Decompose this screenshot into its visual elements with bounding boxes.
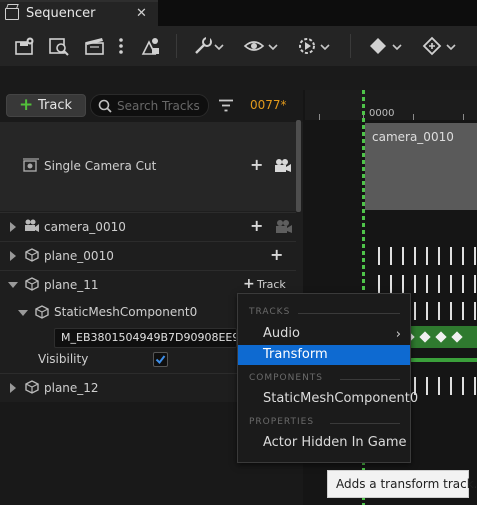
camera-icon[interactable] — [274, 158, 292, 177]
expand-arrow-icon[interactable] — [10, 251, 16, 261]
more-icon[interactable] — [117, 36, 125, 56]
camera-cut-label: Single Camera Cut — [44, 159, 157, 173]
keyframe-strip[interactable] — [375, 245, 477, 267]
save-gear-icon[interactable] — [14, 36, 36, 56]
chevron-down-icon[interactable] — [268, 41, 278, 55]
search-box[interactable] — [90, 94, 209, 117]
search-icon — [98, 99, 112, 113]
view-eye-icon[interactable] — [243, 36, 265, 56]
visibility-label: Visibility — [38, 352, 89, 366]
camera-section[interactable]: camera_0010 — [365, 123, 477, 210]
render-movie-icon[interactable] — [84, 36, 106, 56]
collapse-arrow-icon[interactable] — [8, 282, 18, 288]
camera-section-label: camera_0010 — [372, 130, 454, 144]
camera-icon[interactable] — [275, 219, 293, 238]
menu-item-audio[interactable]: Audio › — [238, 324, 410, 344]
add-track-menu: TRACKS Audio › Transform COMPONENTS Stat… — [237, 293, 418, 463]
mesh-actor-icon — [24, 380, 40, 397]
add-button[interactable]: + — [250, 216, 263, 235]
toolbar-separator — [176, 34, 177, 58]
camera-cut-icon — [22, 158, 40, 177]
add-track-label: Track — [38, 98, 73, 113]
toolbar — [0, 26, 477, 66]
current-frame: 0077* — [250, 98, 287, 112]
menu-divider — [298, 313, 400, 314]
track-label: plane_12 — [44, 381, 99, 395]
toolbar-separator — [350, 34, 351, 58]
add-button[interactable]: + — [250, 155, 263, 174]
plus-icon: + — [19, 95, 34, 115]
chevron-right-icon: › — [395, 327, 401, 342]
menu-item-label: Audio — [263, 326, 300, 341]
expand-arrow-icon[interactable] — [10, 222, 16, 232]
camera-cut-row[interactable]: Single Camera Cut + — [0, 122, 296, 211]
expand-arrow-icon[interactable] — [10, 383, 16, 393]
close-tab-icon[interactable]: ✕ — [136, 6, 147, 21]
track-label: camera_0010 — [44, 220, 126, 234]
menu-item-label: Transform — [263, 347, 328, 362]
browse-find-icon[interactable] — [48, 36, 70, 56]
add-track-plus-icon[interactable]: + — [243, 276, 255, 292]
curves-icon[interactable] — [422, 36, 444, 56]
filter-bar: + Track 0077* — [0, 90, 303, 122]
material-field[interactable]: M_EB3801504949B7D90908EE9D353 — [54, 328, 237, 348]
chevron-down-icon[interactable] — [392, 41, 402, 55]
ruler-label: 0000 — [369, 108, 395, 119]
key-diamond-icon[interactable] — [451, 331, 463, 343]
menu-item-label: Actor Hidden In Game — [263, 435, 407, 450]
menu-section-header: COMPONENTS — [249, 373, 324, 383]
title-bar: Sequencer ✕ — [0, 0, 477, 26]
chevron-down-icon[interactable] — [320, 41, 330, 55]
menu-item-transform[interactable]: Transform — [238, 345, 410, 365]
track-row-camera[interactable]: camera_0010 + — [0, 212, 296, 240]
chevron-down-icon[interactable] — [446, 41, 456, 55]
track-label: plane_0010 — [44, 249, 114, 263]
scrollbar[interactable] — [296, 120, 301, 212]
menu-item-label: StaticMeshComponent0 — [263, 391, 419, 406]
visibility-checkbox[interactable] — [153, 352, 168, 367]
add-track-button[interactable]: + Track — [6, 94, 86, 117]
chevron-down-icon[interactable] — [214, 41, 224, 55]
clapperboard-icon — [5, 8, 19, 20]
menu-section-header: TRACKS — [249, 307, 291, 317]
filter-icon[interactable] — [218, 99, 234, 115]
time-ruler[interactable]: 0000 — [305, 90, 477, 120]
track-row-plane-0010[interactable]: plane_0010 + — [0, 241, 296, 269]
menu-divider — [330, 423, 400, 424]
add-track-button[interactable]: Track — [257, 278, 286, 291]
keyframe-strip[interactable] — [375, 273, 477, 295]
menu-item-static-mesh[interactable]: StaticMeshComponent0 — [238, 389, 418, 409]
toolbar-gap — [0, 66, 477, 90]
keys-icon[interactable] — [368, 36, 390, 56]
track-label: StaticMeshComponent0 — [54, 305, 198, 319]
add-button[interactable]: + — [270, 245, 283, 264]
component-icon — [34, 305, 50, 322]
key-diamond-icon[interactable] — [419, 331, 431, 343]
track-label: plane_11 — [44, 278, 99, 292]
checkmark-icon — [155, 355, 166, 365]
menu-divider — [340, 379, 400, 380]
mesh-actor-icon — [24, 277, 40, 294]
key-diamond-icon[interactable] — [435, 331, 447, 343]
tab-title: Sequencer — [26, 6, 96, 21]
settings-icon[interactable] — [192, 36, 214, 56]
sequencer-tab[interactable]: Sequencer ✕ — [0, 0, 158, 26]
camera-actor-icon — [24, 219, 40, 236]
menu-item-actor-hidden[interactable]: Actor Hidden In Game — [238, 433, 410, 453]
actors-icon[interactable] — [140, 36, 162, 56]
playback-icon[interactable] — [297, 36, 319, 56]
menu-section-header: PROPERTIES — [249, 417, 315, 427]
collapse-arrow-icon[interactable] — [18, 310, 28, 316]
search-input[interactable] — [117, 97, 205, 114]
mesh-actor-icon — [24, 248, 40, 265]
tooltip: Adds a transform track. — [327, 470, 477, 498]
